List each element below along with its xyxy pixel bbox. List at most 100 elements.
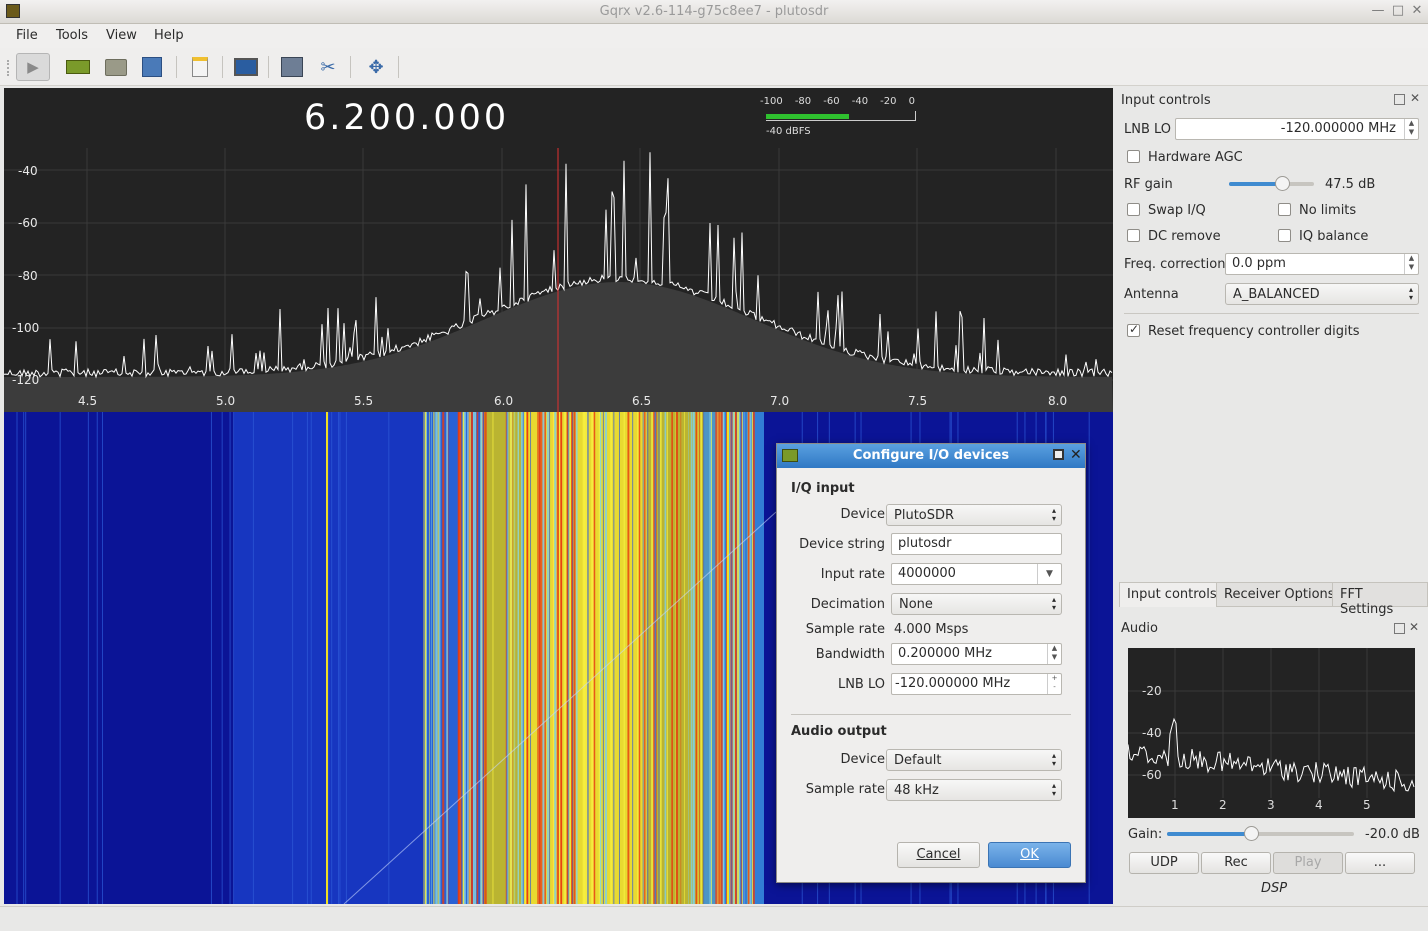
updown-icon: ▴ ▾ [1051, 595, 1056, 612]
remote-button[interactable] [278, 53, 306, 81]
dsp-label: DSP [1261, 881, 1288, 896]
divider [1124, 313, 1419, 314]
antenna-select[interactable]: A_BALANCED ▴ ▾ [1225, 283, 1419, 305]
tab-input-controls[interactable]: Input controls [1119, 582, 1225, 607]
open-button[interactable] [102, 53, 130, 81]
folder-icon [105, 58, 127, 76]
freq-correction-value: 0.0 ppm [1232, 256, 1286, 271]
play-button[interactable]: ▶ [16, 53, 50, 81]
dialog-close-icon[interactable]: ✕ [1070, 447, 1082, 463]
dock-close-icon[interactable]: ✕ [1410, 91, 1420, 105]
play-audio-button[interactable]: Play [1273, 852, 1343, 874]
bandwidth-spinner[interactable]: ▲ ▼ [1047, 644, 1061, 664]
dropdown-arrow-icon[interactable]: ▼ [1037, 564, 1061, 584]
meter-tick: -20 [880, 96, 897, 107]
updown-icon: ▴ ▾ [1051, 506, 1056, 523]
x-tick: 6.0 [494, 394, 514, 408]
tools-button[interactable]: ✂ [314, 53, 342, 81]
meter-tick: -40 [851, 96, 869, 107]
bandwidth-input[interactable]: 0.200000 MHz ▲ ▼ [891, 643, 1062, 665]
audio-device-label: Device [840, 752, 885, 767]
audio-x-tick: 3 [1267, 798, 1275, 812]
meter-tick: 0 [908, 96, 915, 107]
save-button[interactable] [138, 53, 166, 81]
fullscreen-button[interactable]: ✥ [362, 53, 390, 81]
freq-correction-spinner[interactable]: ▲ ▼ [1404, 254, 1418, 274]
freq-correction-input[interactable]: 0.0 ppm ▲ ▼ [1225, 253, 1419, 275]
audio-float-icon[interactable] [1394, 623, 1405, 634]
bookmark-button[interactable] [186, 53, 214, 81]
audio-close-icon[interactable]: ✕ [1409, 620, 1419, 634]
audio-gain-label: Gain: [1128, 827, 1163, 842]
updown-icon: ▴ ▾ [1408, 285, 1413, 302]
audio-gain-slider[interactable] [1167, 826, 1354, 841]
dialog-maximize-icon[interactable] [1053, 449, 1064, 460]
device-string-input[interactable]: plutosdr [891, 533, 1062, 555]
dock-title: Input controls [1121, 93, 1211, 108]
menu-help[interactable]: Help [154, 28, 184, 43]
dxcluster-button[interactable] [232, 53, 260, 81]
close-icon[interactable]: ✕ [1409, 3, 1425, 19]
lnb-lo-input[interactable]: -120.000000 MHz ▲ ▼ [1175, 118, 1419, 140]
device-string-label: Device string [799, 537, 885, 552]
lnb-lo-spinner[interactable]: ▲ ▼ [1404, 119, 1418, 139]
tab-fft-settings[interactable]: FFT Settings [1332, 582, 1428, 617]
dialog-titlebar: Configure I/O devices ✕ [777, 444, 1085, 468]
frequency-display[interactable]: 6.200.000 [304, 98, 509, 138]
lnb-lo-dialog-spinner[interactable]: + - [1047, 674, 1061, 694]
no-limits-checkbox[interactable] [1278, 203, 1291, 216]
toolbar-separator [398, 56, 399, 78]
device-select[interactable]: PlutoSDR ▴ ▾ [886, 504, 1062, 526]
rf-gain-knob[interactable] [1274, 176, 1290, 191]
hardware-button[interactable] [64, 53, 92, 81]
lnb-lo-dialog-value: -120.000000 MHz [895, 676, 1011, 691]
dc-remove-label: DC remove [1148, 229, 1221, 244]
tab-receiver-options[interactable]: Receiver Options [1216, 582, 1343, 607]
minimize-icon[interactable]: — [1370, 3, 1386, 19]
audio-x-tick: 1 [1171, 798, 1179, 812]
maximize-icon[interactable]: □ [1390, 3, 1406, 19]
float-icon[interactable] [1394, 94, 1405, 105]
sample-rate-label: Sample rate [805, 622, 885, 637]
menu-view[interactable]: View [106, 28, 137, 43]
x-tick: 6.5 [632, 394, 652, 408]
iq-balance-checkbox[interactable] [1278, 229, 1291, 242]
x-tick: 4.5 [78, 394, 98, 408]
lnb-lo-value: -120.000000 MHz [1280, 121, 1396, 136]
input-rate-combo[interactable]: 4000000 ▼ [891, 563, 1062, 585]
decimation-select[interactable]: None ▴ ▾ [891, 593, 1062, 615]
rf-gain-fill [1229, 182, 1282, 186]
menu-tools[interactable]: Tools [56, 28, 88, 43]
audio-gain-value: -20.0 dB [1365, 827, 1420, 842]
cancel-button[interactable]: Cancel [897, 842, 980, 868]
rec-button[interactable]: Rec [1201, 852, 1271, 874]
monitor-icon [234, 58, 258, 76]
spectrum-plot[interactable]: 6.200.000 -40 -60 -80 -100 -120 4.5 5.0 … [4, 88, 1113, 412]
audio-fft-plot[interactable]: -20 -40 -60 1 2 3 4 5 [1128, 648, 1415, 818]
hardware-agc-label: Hardware AGC [1148, 150, 1243, 165]
toolbar-separator [222, 56, 223, 78]
audio-dock-title: Audio [1121, 621, 1158, 636]
window-title: Gqrx v2.6-114-g75c8ee7 - plutosdr [599, 4, 829, 19]
swap-iq-label: Swap I/Q [1148, 203, 1206, 218]
audio-device-select[interactable]: Default ▴ ▾ [886, 749, 1062, 771]
reset-digits-checkbox[interactable] [1127, 322, 1140, 337]
toolbar-grip[interactable] [7, 60, 10, 76]
swap-iq-checkbox[interactable] [1127, 203, 1140, 216]
audio-rate-select[interactable]: 48 kHz ▴ ▾ [886, 779, 1062, 801]
meter-tick: -80 [794, 96, 812, 107]
dc-remove-checkbox[interactable] [1127, 229, 1140, 242]
decimation-label: Decimation [810, 597, 885, 612]
audio-options-button[interactable]: ... [1345, 852, 1415, 874]
ok-button[interactable]: OK [988, 842, 1071, 868]
y-tick: -80 [18, 269, 38, 283]
udp-button[interactable]: UDP [1129, 852, 1199, 874]
rf-gain-slider[interactable] [1229, 176, 1314, 191]
lnb-lo-dialog-input[interactable]: -120.000000 MHz + - [891, 673, 1062, 695]
hardware-agc-checkbox[interactable] [1127, 150, 1140, 163]
bandwidth-label: Bandwidth [815, 647, 885, 662]
x-tick: 7.0 [770, 394, 790, 408]
dialog-title: Configure I/O devices [852, 448, 1010, 463]
menu-file[interactable]: File [16, 28, 38, 43]
iq-balance-label: IQ balance [1299, 229, 1369, 244]
